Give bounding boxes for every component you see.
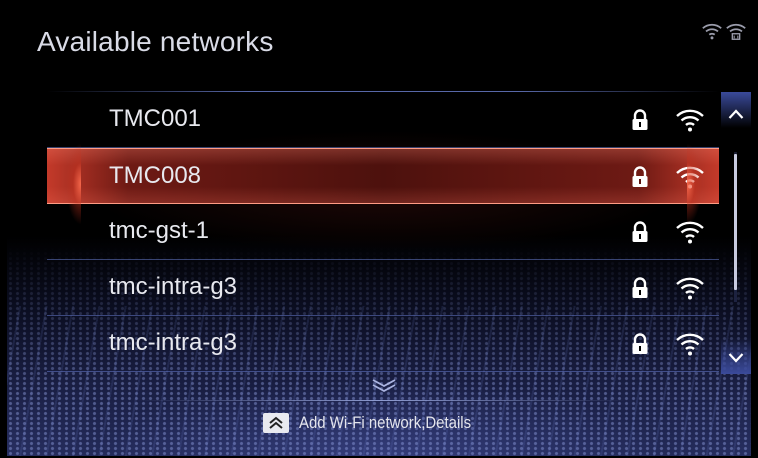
status-bar	[701, 20, 747, 42]
page-title: Available networks	[37, 26, 274, 57]
network-name: tmc-intra-g3	[109, 273, 238, 300]
network-row-selected[interactable]: TMC008	[47, 148, 719, 204]
wifi-hotspot-icon	[726, 23, 746, 40]
network-row[interactable]: tmc-intra-g3	[47, 260, 719, 316]
chevron-up-icon	[728, 109, 744, 119]
lock-icon	[632, 166, 648, 187]
wifi-signal-icon	[676, 109, 704, 132]
chevron-down-icon	[728, 353, 744, 363]
scrollbar[interactable]	[721, 92, 751, 374]
scroll-down-button[interactable]	[721, 338, 751, 374]
network-row[interactable]: TMC001	[47, 92, 719, 148]
wifi-signal-icon	[676, 221, 704, 244]
scroll-up-button[interactable]	[721, 92, 751, 128]
network-list: TMC001 TMC008 tmc-gst-1 tmc-intra-g3 tmc…	[47, 92, 719, 372]
network-name: TMC008	[109, 162, 202, 189]
lock-icon	[632, 277, 648, 298]
wifi-status-icon	[702, 23, 722, 40]
wifi-screen: Available networks TMC001 TMC008 tmc-gst…	[7, 6, 751, 456]
lock-icon	[632, 333, 648, 354]
wifi-signal-icon	[676, 277, 704, 300]
add-network-details-button[interactable]: Add Wi-Fi network,Details	[7, 408, 751, 438]
lock-icon	[632, 221, 648, 242]
double-chevron-up-icon	[263, 413, 290, 433]
footer-divider	[137, 400, 627, 401]
network-name: TMC001	[109, 105, 202, 132]
more-below-chevron-icon	[372, 379, 396, 393]
network-name: tmc-intra-g3	[109, 329, 238, 356]
network-row[interactable]: tmc-gst-1	[47, 204, 719, 260]
wifi-signal-icon	[676, 333, 704, 356]
network-name: tmc-gst-1	[109, 217, 210, 244]
wifi-signal-icon	[676, 166, 704, 189]
footer-label: Add Wi-Fi network,Details	[299, 413, 472, 432]
network-row[interactable]: tmc-intra-g3	[47, 316, 719, 372]
scroll-thumb[interactable]	[734, 154, 737, 290]
lock-icon	[632, 109, 648, 130]
